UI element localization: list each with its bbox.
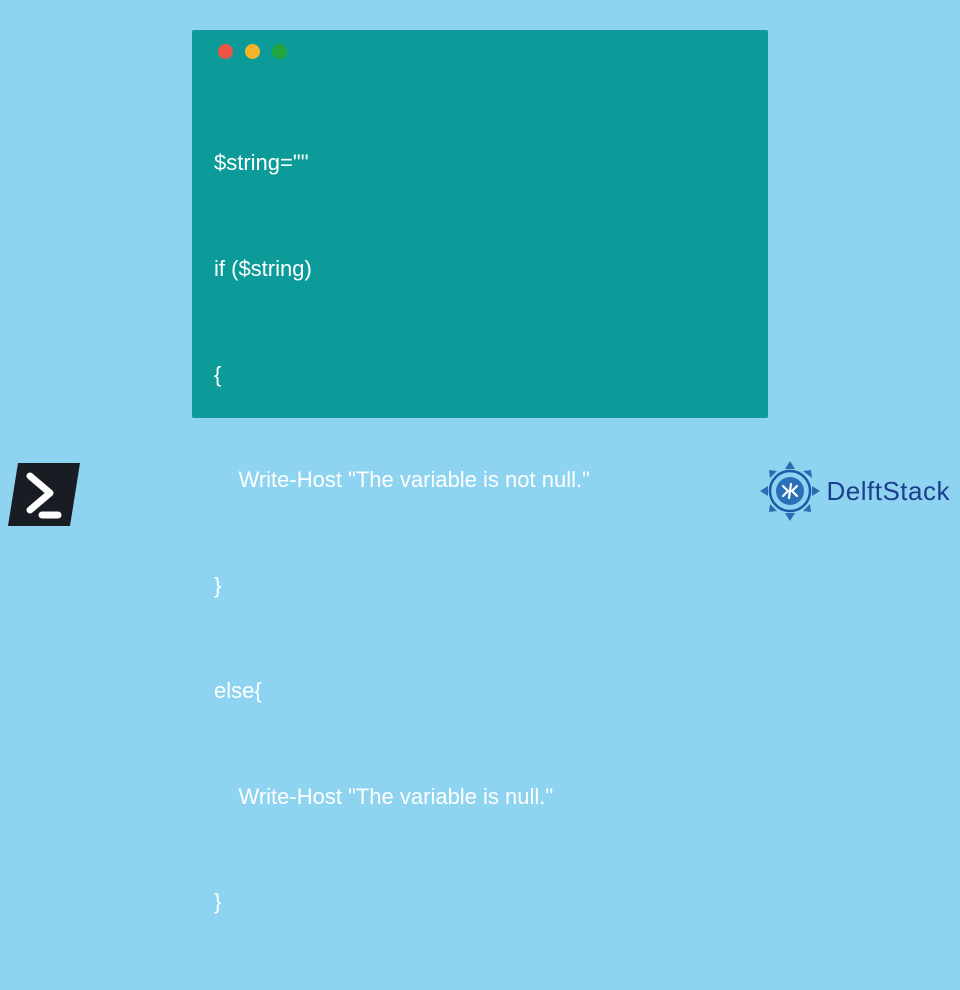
code-line: Write-Host "The variable is not null." [214,462,746,497]
close-dot-icon [218,44,233,59]
maximize-dot-icon [272,44,287,59]
code-line: } [214,568,746,603]
code-line: else{ [214,673,746,708]
code-line: $string="" [214,145,746,180]
code-line: if ($string) [214,251,746,286]
window-controls [218,44,746,59]
delftstack-brand-text: DelftStack [827,476,951,507]
minimize-dot-icon [245,44,260,59]
delftstack-emblem-icon [757,458,823,524]
code-line: { [214,357,746,392]
code-line: Write-Host "The variable is null." [214,779,746,814]
code-window: $string="" if ($string) { Write-Host "Th… [192,30,768,418]
code-line: } [214,884,746,919]
powershell-icon [8,461,80,528]
delftstack-logo: DelftStack [757,458,951,524]
code-block: $string="" if ($string) { Write-Host "Th… [214,75,746,990]
